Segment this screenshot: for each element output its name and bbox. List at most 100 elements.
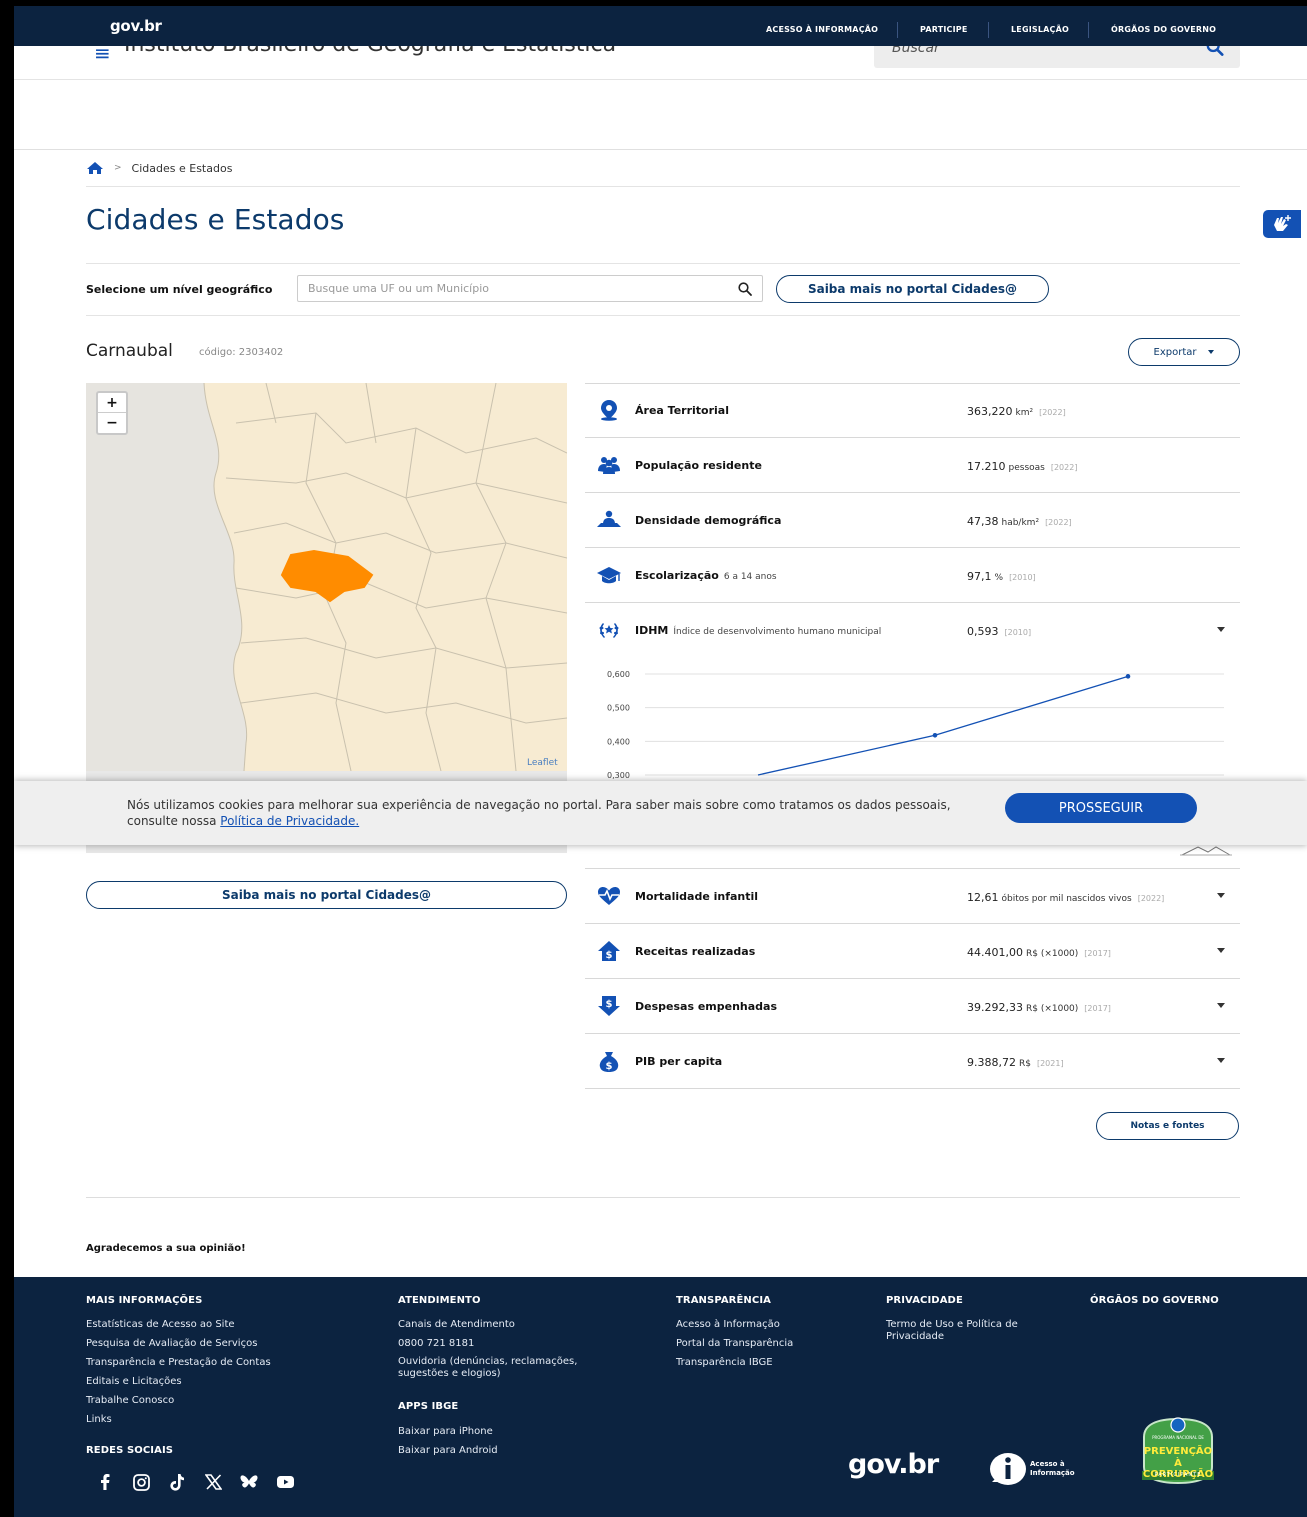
page-title: Cidades e Estados: [86, 203, 345, 236]
footer-link[interactable]: Editais e Licitações: [86, 1372, 271, 1391]
indicator-year: [2022]: [1050, 463, 1078, 472]
svg-text:$: $: [606, 999, 613, 1010]
indicator-row: Área Territorial 363,220 km² [2022]: [585, 383, 1240, 438]
indicator-title: Mortalidade infantil: [635, 890, 759, 903]
footer-link[interactable]: Portal da Transparência: [676, 1334, 793, 1353]
tiktok-icon[interactable]: [168, 1473, 186, 1491]
footer-heading-orgaos[interactable]: ÓRGÃOS DO GOVERNO: [1090, 1295, 1219, 1306]
window-frame-left: [0, 0, 14, 1517]
indicator-unit: %: [994, 573, 1004, 583]
footer-list-mais-info: Estatísticas de Acesso ao Site Pesquisa …: [86, 1315, 271, 1429]
indicator-row[interactable]: $ Receitas realizadas 44.401,00 R$ (×1000) […: [585, 924, 1240, 979]
facebook-icon[interactable]: [96, 1473, 114, 1491]
footer-link[interactable]: Termo de Uso e Política de Privacidade: [886, 1315, 1046, 1347]
chart-point[interactable]: [1125, 674, 1131, 679]
indicator-title: IDHM: [635, 624, 669, 637]
indicator-title: Receitas realizadas: [635, 945, 756, 958]
privacy-policy-link[interactable]: Política de Privacidade.: [220, 814, 359, 828]
gov-link-orgaos[interactable]: ÓRGÃOS DO GOVERNO: [1111, 25, 1216, 34]
chevron-down-icon[interactable]: [1217, 627, 1225, 632]
chart-y-tick-label: 0,400: [607, 737, 630, 746]
footer-link[interactable]: Pesquisa de Avaliação de Serviços: [86, 1334, 271, 1353]
chevron-down-icon[interactable]: [1217, 948, 1225, 953]
menu-icon[interactable]: ≡: [94, 46, 111, 65]
revenue-icon: $: [598, 941, 620, 961]
indicator-title: População residente: [635, 459, 762, 472]
indicator-label: Área Territorial: [635, 404, 729, 417]
youtube-icon[interactable]: [276, 1473, 294, 1491]
site-footer: MAIS INFORMAÇÕES Estatísticas de Acesso …: [14, 1277, 1307, 1517]
indicator-row[interactable]: $ PIB per capita 9.388,72 R$ [2021]: [585, 1034, 1240, 1089]
chart-point[interactable]: [932, 732, 938, 738]
indicator-label: Densidade demográfica: [635, 514, 781, 527]
notas-fontes-button[interactable]: Notas e fontes: [1096, 1112, 1239, 1140]
indicator-value: 17.210 pessoas [2022]: [967, 460, 1077, 473]
chevron-down-icon[interactable]: [1217, 1058, 1225, 1063]
footer-link[interactable]: Transparência e Prestação de Contas: [86, 1353, 271, 1372]
indicator-title: Escolarização: [635, 569, 719, 582]
indicator-label: Despesas empenhadas: [635, 1000, 777, 1013]
prosseguir-button[interactable]: PROSSEGUIR: [1005, 793, 1197, 823]
instagram-icon[interactable]: [132, 1473, 150, 1491]
sparkline-icon[interactable]: [1180, 843, 1232, 857]
saiba-mais-button[interactable]: Saiba mais no portal Cidades@: [776, 275, 1049, 303]
site-header: ≡ Instituto Brasileiro de Geografia e Es…: [14, 46, 1307, 80]
map-canvas: [86, 383, 567, 771]
acesso-informacao-logo[interactable]: Acesso à Informação: [988, 1452, 1082, 1486]
footer-heading-atendimento: ATENDIMENTO: [398, 1295, 481, 1306]
x-twitter-icon[interactable]: [204, 1473, 222, 1491]
bluesky-icon[interactable]: [240, 1473, 258, 1491]
gov-logo[interactable]: gov.br: [110, 17, 162, 35]
indicator-unit: óbitos por mil nascidos vivos: [1001, 894, 1132, 904]
geo-level-label: Selecione um nível geográfico: [86, 283, 273, 296]
footer-link[interactable]: Links: [86, 1410, 271, 1429]
footer-link[interactable]: 0800 721 8181: [398, 1334, 628, 1353]
home-icon[interactable]: [86, 161, 104, 175]
geo-search-input[interactable]: [298, 276, 718, 301]
indicator-row[interactable]: $ Despesas empenhadas 39.292,33 R$ (×1000) […: [585, 979, 1240, 1034]
zoom-out-button[interactable]: −: [98, 413, 126, 433]
indicator-row[interactable]: IDHM Índice de desenvolvimento humano mun…: [585, 603, 1240, 657]
prevencao-corrupcao-badge[interactable]: PROGRAMA NACIONAL DE PREVENÇÃO À CORRUPÇ…: [1136, 1417, 1220, 1485]
acesso-informacao-text: Acesso à Informação: [1030, 1460, 1075, 1477]
footer-link[interactable]: Trabalhe Conosco: [86, 1391, 271, 1410]
indicator-year: [2010]: [1009, 573, 1036, 582]
footer-link[interactable]: Canais de Atendimento: [398, 1315, 628, 1334]
indicator-year: [2022]: [1039, 408, 1066, 417]
gov-separator: [1088, 22, 1089, 38]
breadcrumb-current[interactable]: Cidades e Estados: [132, 162, 233, 175]
search-icon[interactable]: [1206, 46, 1224, 60]
footer-link[interactable]: Baixar para iPhone: [398, 1422, 498, 1441]
header-search[interactable]: Buscar: [874, 46, 1240, 68]
vlibras-button[interactable]: [1263, 210, 1301, 238]
gov-link-acesso[interactable]: ACESSO À INFORMAÇÃO: [766, 25, 878, 34]
chevron-down-icon[interactable]: [1217, 893, 1225, 898]
saiba-mais-button-bottom[interactable]: Saiba mais no portal Cidades@: [86, 881, 567, 909]
govbr-logo[interactable]: gov.br: [848, 1449, 939, 1480]
indicator-row[interactable]: Mortalidade infantil 12,61 óbitos por mil …: [585, 869, 1240, 924]
leaflet-attribution[interactable]: Leaflet: [527, 758, 558, 768]
gov-bar: gov.br ACESSO À INFORMAÇÃO PARTICIPE LEG…: [14, 6, 1307, 46]
footer-link[interactable]: Ouvidoria (denúncias, reclamações, suges…: [398, 1353, 628, 1384]
search-icon[interactable]: [738, 282, 752, 296]
gov-link-participe[interactable]: PARTICIPE: [920, 25, 968, 34]
institute-name[interactable]: Instituto Brasileiro de Geografia e Esta…: [124, 46, 616, 57]
footer-link[interactable]: Acesso à Informação: [676, 1315, 793, 1334]
expense-icon: $: [598, 996, 620, 1016]
feedback-thanks: Agradecemos a sua opinião!: [86, 1243, 246, 1254]
info-icon: [990, 1453, 1026, 1485]
chevron-down-icon[interactable]: [1217, 1003, 1225, 1008]
idhm-chart-canvas: 0,600 0,500 0,400 0,300: [607, 670, 1224, 780]
export-button[interactable]: Exportar: [1128, 338, 1240, 366]
zoom-in-button[interactable]: +: [98, 393, 126, 413]
gov-link-legislacao[interactable]: LEGISLAÇÃO: [1011, 25, 1069, 34]
footer-link[interactable]: Transparência IBGE: [676, 1353, 793, 1372]
footer-link[interactable]: Estatísticas de Acesso ao Site: [86, 1315, 271, 1334]
footer-heading-mais-info: MAIS INFORMAÇÕES: [86, 1295, 203, 1306]
city-map[interactable]: [86, 383, 567, 771]
divider: [86, 186, 1240, 187]
footer-link[interactable]: Baixar para Android: [398, 1441, 498, 1460]
footer-list-privacidade: Termo de Uso e Política de Privacidade: [886, 1315, 1046, 1347]
city-highlight[interactable]: [280, 549, 374, 603]
indicator-row: Escolarização 6 a 14 anos 97,1% [2010]: [585, 548, 1240, 603]
